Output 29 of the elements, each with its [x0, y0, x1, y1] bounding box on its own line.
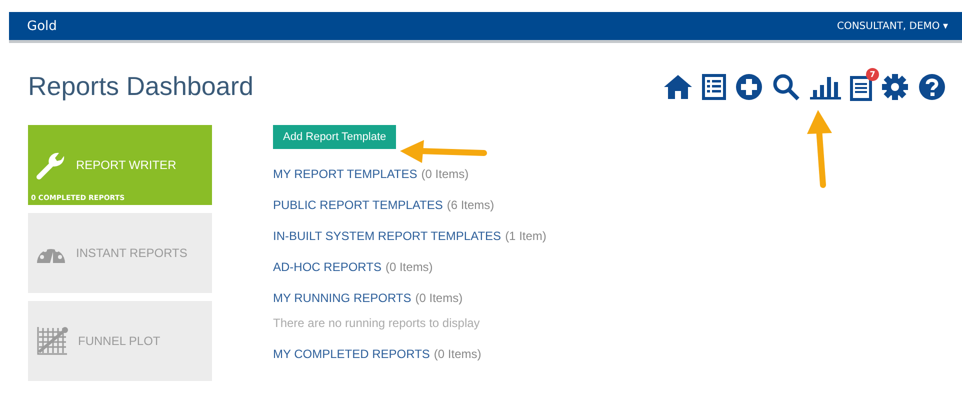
funnel-plot-icon [36, 326, 68, 356]
item-count: (0 Items) [415, 291, 463, 305]
home-icon[interactable] [663, 74, 693, 100]
section-link[interactable]: MY RUNNING REPORTS [273, 291, 412, 305]
empty-message: There are no running reports to display [273, 316, 481, 330]
page-title: Reports Dashboard [28, 71, 254, 102]
tile-label: INSTANT REPORTS [76, 246, 188, 260]
user-menu[interactable]: CONSULTANT, DEMO ▾ [836, 20, 948, 32]
section-link[interactable]: PUBLIC REPORT TEMPLATES [273, 198, 443, 212]
item-count: (1 Item) [505, 229, 546, 243]
settings-icon[interactable] [881, 72, 909, 100]
section-link[interactable]: IN-BUILT SYSTEM REPORT TEMPLATES [273, 229, 502, 243]
notepad-button[interactable]: 7 [850, 68, 879, 100]
search-icon[interactable] [772, 72, 800, 100]
list-icon[interactable] [702, 74, 726, 100]
add-icon[interactable] [735, 72, 763, 100]
item-count: (0 Items) [434, 347, 482, 361]
tile-label: FUNNEL PLOT [78, 334, 160, 348]
notification-badge: 7 [866, 68, 879, 80]
brand-label[interactable]: Gold [27, 18, 57, 34]
section-link[interactable]: MY COMPLETED REPORTS [273, 347, 430, 361]
item-count: (0 Items) [421, 167, 469, 181]
section-link[interactable]: MY REPORT TEMPLATES [273, 167, 418, 181]
item-count: (0 Items) [385, 260, 433, 274]
section-link[interactable]: AD-HOC REPORTS [273, 260, 382, 274]
item-count: (6 Items) [446, 198, 494, 212]
tile-label: REPORT WRITER [76, 158, 176, 172]
wrench-icon [36, 150, 66, 180]
help-icon[interactable] [918, 72, 946, 100]
